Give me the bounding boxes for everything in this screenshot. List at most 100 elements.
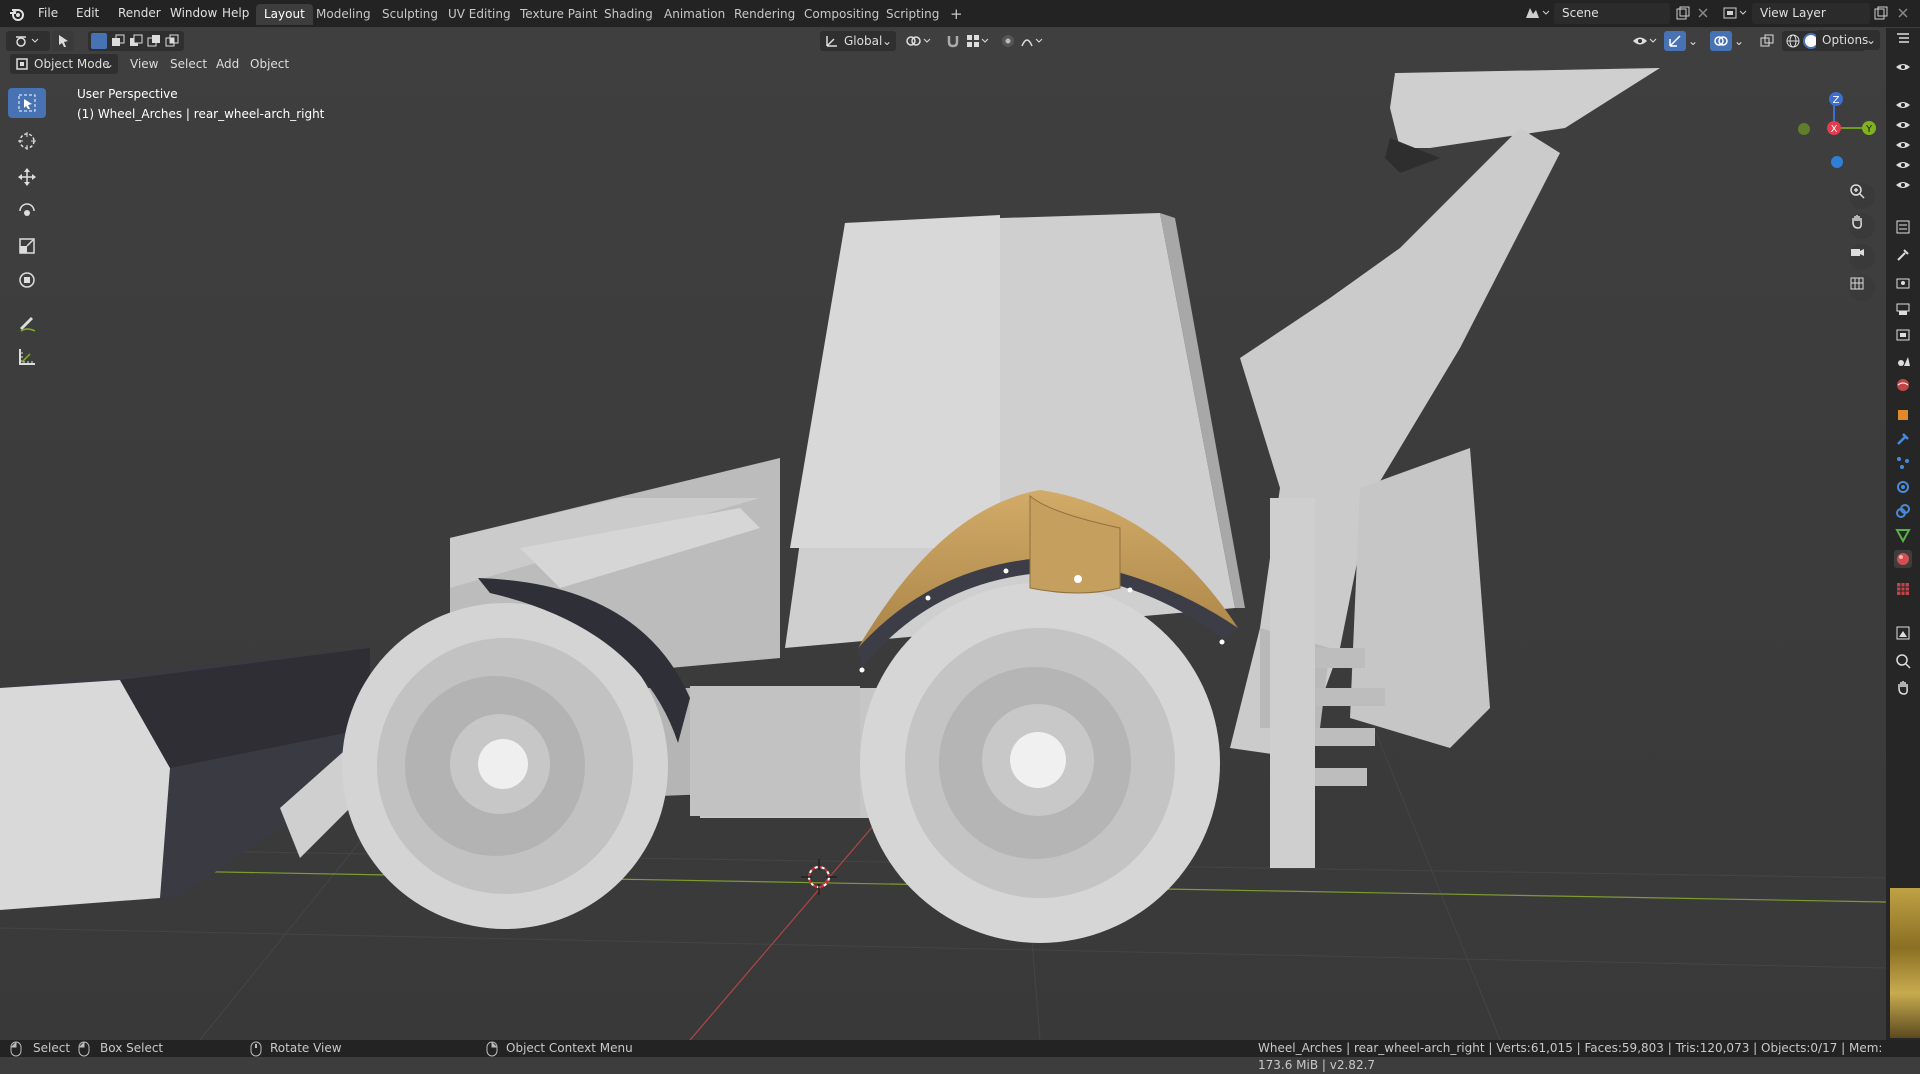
add-workspace-button[interactable]: + [942, 4, 971, 25]
options-dropdown[interactable]: Options ⌄ [1816, 30, 1880, 50]
render-properties-icon[interactable] [1894, 274, 1912, 292]
wireframe-shading-icon[interactable] [1785, 33, 1801, 49]
image-editor-icon[interactable] [1894, 624, 1912, 642]
texture-properties-icon[interactable] [1894, 580, 1912, 598]
view-layer-close-icon[interactable] [1896, 6, 1910, 20]
gizmo-toggle-button[interactable] [1664, 31, 1686, 51]
tab-uv-editing[interactable]: UV Editing [440, 4, 519, 25]
visibility-eye-icon[interactable] [1894, 116, 1912, 134]
viewport-menu-row: Object Mode ⌄ View Select Add Object Opt… [0, 30, 1886, 78]
scene-copy-icon[interactable] [1676, 6, 1690, 20]
chevron-down-icon: ⌄ [1865, 33, 1876, 47]
cursor-tool[interactable] [8, 126, 46, 156]
gizmo-dropdown[interactable]: ⌄ [1686, 31, 1700, 51]
mouse-middle-icon [250, 1040, 262, 1057]
constraints-properties-icon[interactable] [1894, 502, 1912, 520]
view-layer-properties-icon[interactable] [1894, 326, 1912, 344]
editor-type-button[interactable] [6, 31, 50, 51]
gizmo-y-label: Y [1865, 124, 1873, 135]
add-menu[interactable]: Add [216, 54, 239, 74]
material-properties-icon[interactable] [1894, 550, 1912, 568]
outliner-icon[interactable] [1894, 30, 1912, 48]
object-menu[interactable]: Object [250, 54, 289, 74]
select-box-tool[interactable] [8, 88, 46, 118]
annotate-tool[interactable] [8, 308, 46, 338]
visibility-eye-icon[interactable] [1894, 96, 1912, 114]
tweak-tool-button[interactable] [52, 31, 74, 51]
view-layer-copy-icon[interactable] [1874, 6, 1888, 20]
scene-field[interactable]: Scene [1554, 3, 1670, 24]
scene-properties-icon[interactable] [1894, 352, 1912, 370]
select-new-icon[interactable] [91, 33, 107, 49]
visibility-eye-icon[interactable] [1894, 156, 1912, 174]
scale-icon [17, 236, 37, 256]
world-properties-icon[interactable] [1894, 376, 1912, 394]
tab-animation[interactable]: Animation [656, 4, 733, 25]
pan-view-button[interactable] [1849, 213, 1875, 239]
menu-edit[interactable]: Edit [70, 0, 105, 27]
visibility-eye-icon[interactable] [1894, 58, 1912, 76]
view-menu[interactable]: View [130, 54, 158, 74]
xray-toggle-button[interactable] [1756, 31, 1778, 51]
visibility-dropdown[interactable] [1630, 31, 1660, 51]
top-bar: File Edit Render Window Help Layout Mode… [0, 0, 1920, 27]
overlay-dropdown[interactable]: ⌄ [1732, 31, 1746, 51]
overlay-toggle-button[interactable] [1710, 31, 1732, 51]
blender-logo-icon[interactable] [8, 5, 26, 23]
move-tool[interactable] [8, 162, 46, 192]
mode-dropdown[interactable]: Object Mode ⌄ [10, 54, 118, 74]
object-properties-icon[interactable] [1894, 406, 1912, 424]
scene-selector-icon[interactable] [1524, 5, 1550, 21]
select-intersect-icon[interactable] [165, 34, 179, 48]
properties-editor-icon[interactable] [1894, 218, 1912, 236]
zoom-icon[interactable] [1894, 652, 1912, 670]
zoom-view-button[interactable] [1849, 183, 1875, 209]
rear-wheel [860, 583, 1220, 943]
mode-value: Object Mode [34, 57, 110, 71]
tab-modeling[interactable]: Modeling [308, 4, 379, 25]
menu-window[interactable]: Window [164, 0, 223, 27]
scene-close-icon[interactable] [1696, 6, 1710, 20]
proportional-edit-button[interactable] [998, 31, 1018, 51]
tab-scripting[interactable]: Scripting [878, 4, 947, 25]
hand-icon[interactable] [1894, 678, 1912, 696]
view-layer-field[interactable]: View Layer [1752, 3, 1870, 24]
transform-orientation-dropdown[interactable]: Global ⌄ [820, 31, 896, 51]
scale-tool[interactable] [8, 231, 46, 261]
select-invert-icon[interactable] [147, 34, 161, 48]
snap-target-button[interactable] [964, 31, 992, 51]
measure-tool[interactable] [8, 342, 46, 372]
object-info-label: (1) Wheel_Arches | rear_wheel-arch_right [77, 107, 325, 121]
tab-compositing[interactable]: Compositing [796, 4, 887, 25]
particles-properties-icon[interactable] [1894, 454, 1912, 472]
perspective-toggle-button[interactable] [1849, 275, 1875, 301]
tab-texture-paint[interactable]: Texture Paint [512, 4, 605, 25]
output-properties-icon[interactable] [1894, 300, 1912, 318]
visibility-eye-icon[interactable] [1894, 176, 1912, 194]
physics-properties-icon[interactable] [1894, 478, 1912, 496]
tab-sculpting[interactable]: Sculpting [374, 4, 446, 25]
menu-render[interactable]: Render [112, 0, 167, 27]
tool-settings-icon[interactable] [1894, 246, 1912, 264]
rotate-tool[interactable] [8, 196, 46, 226]
3d-viewport[interactable]: Z X Y User Perspective (1) Wheel_Arches … [0, 28, 1886, 1040]
falloff-dropdown[interactable] [1018, 31, 1048, 51]
menu-help[interactable]: Help [216, 0, 255, 27]
data-properties-icon[interactable] [1894, 526, 1912, 544]
menu-file[interactable]: File [32, 0, 64, 27]
camera-view-button[interactable] [1849, 244, 1875, 270]
tab-rendering[interactable]: Rendering [726, 4, 803, 25]
snap-toggle-button[interactable] [942, 31, 964, 51]
modifier-properties-icon[interactable] [1894, 430, 1912, 448]
select-menu[interactable]: Select [170, 54, 207, 74]
tab-shading[interactable]: Shading [596, 4, 661, 25]
select-extend-icon[interactable] [111, 34, 125, 48]
side-step [690, 686, 860, 816]
view-layer-icon[interactable] [1722, 5, 1748, 21]
selection-mode-group[interactable] [88, 31, 184, 51]
select-subtract-icon[interactable] [129, 34, 143, 48]
pivot-point-button[interactable] [902, 31, 936, 51]
transform-tool[interactable] [8, 265, 46, 295]
visibility-eye-icon[interactable] [1894, 136, 1912, 154]
tab-layout[interactable]: Layout [256, 4, 313, 25]
